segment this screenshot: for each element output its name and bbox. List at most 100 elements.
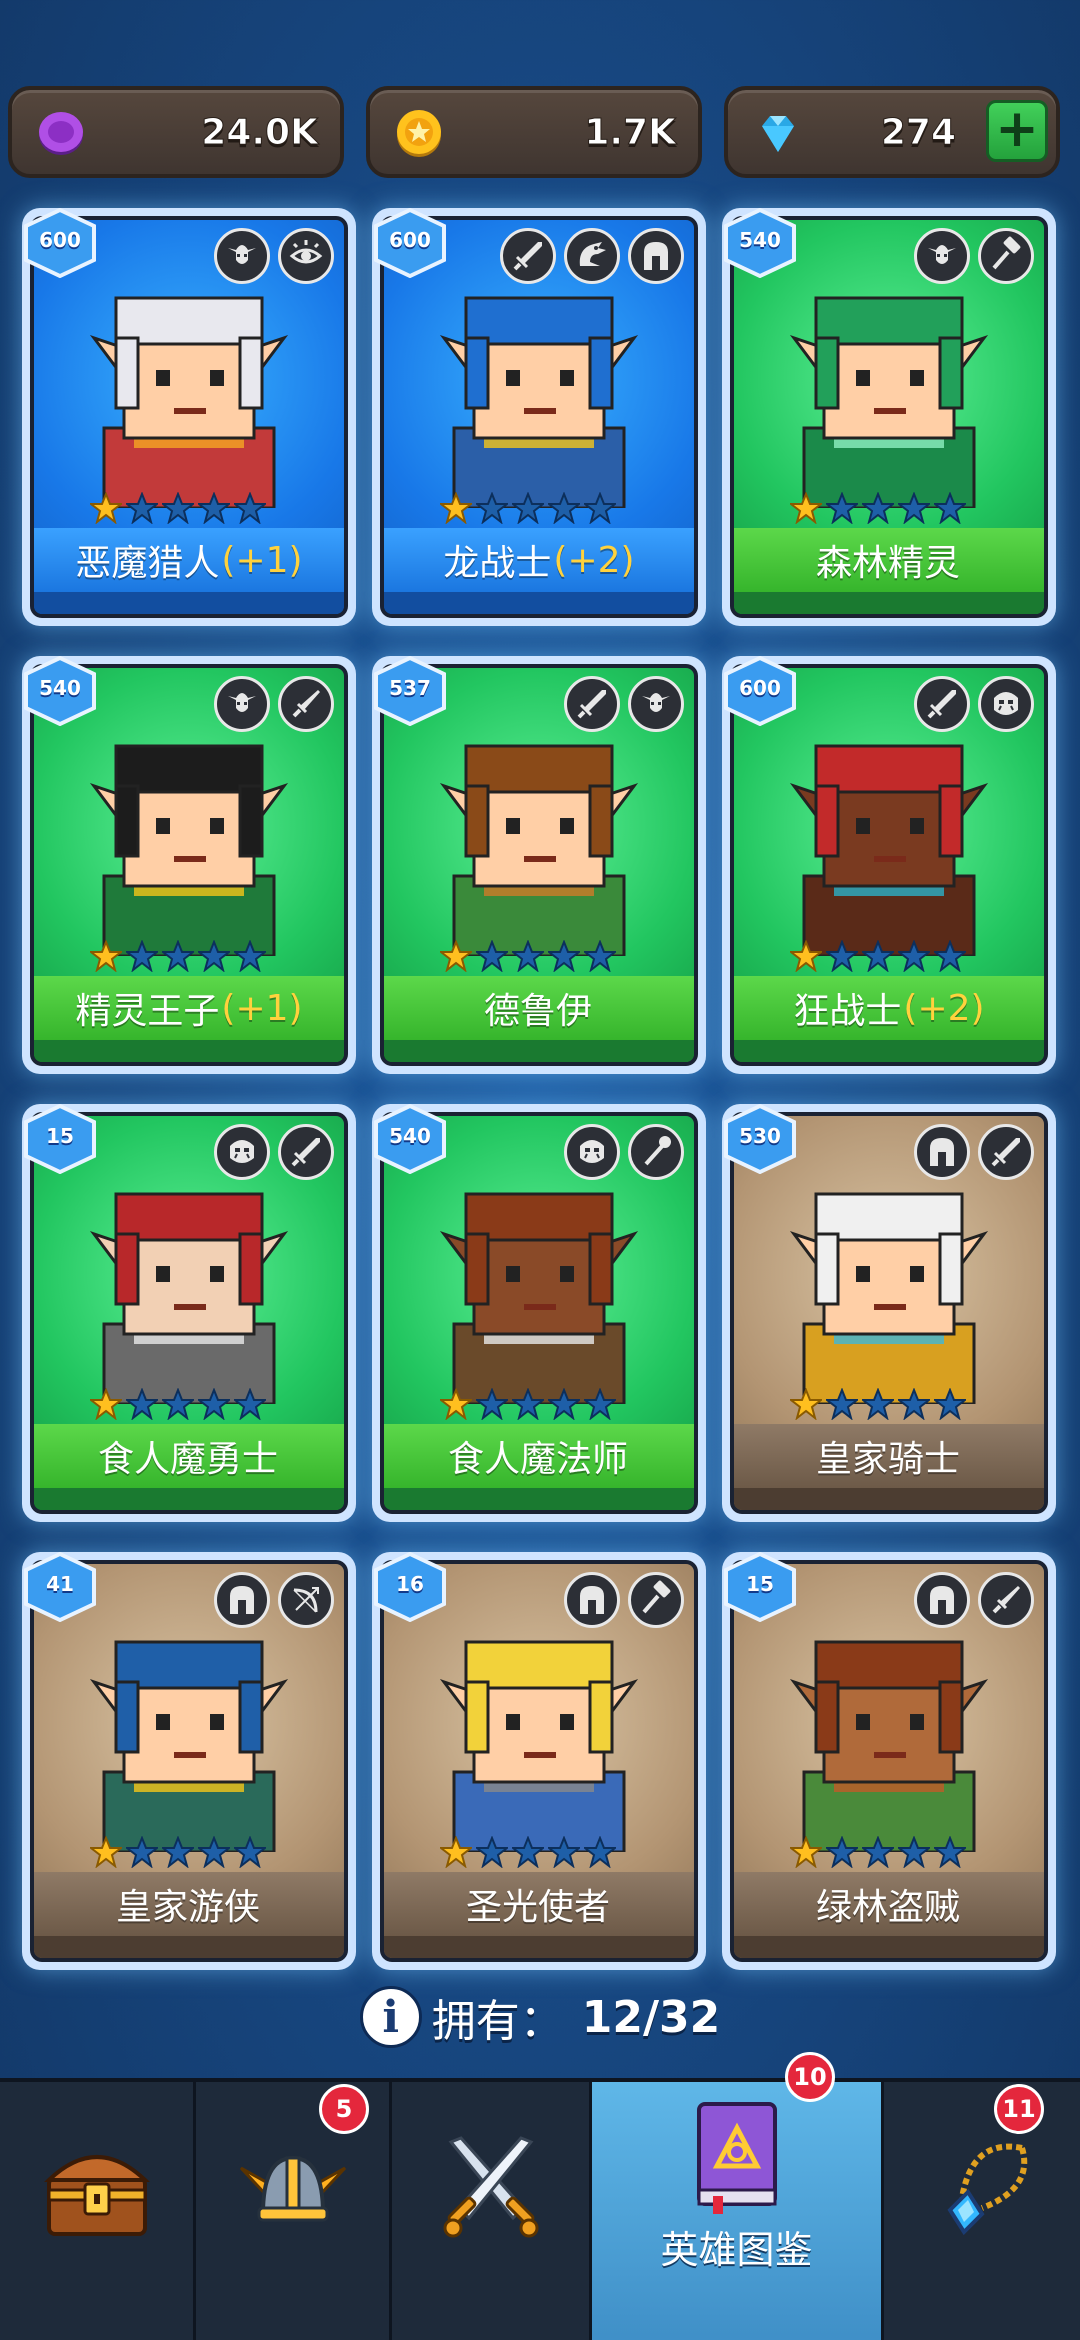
hero-card[interactable]: 森林精灵 540 [722, 208, 1056, 626]
hero-class-icons [914, 1572, 1034, 1628]
star-empty-icon [234, 492, 266, 524]
hero-card[interactable]: 恶魔猎人 (+1) 600 [22, 208, 356, 626]
star-filled-icon [790, 492, 822, 524]
hero-name-bar: 狂战士 (+2) [734, 976, 1044, 1040]
hero-level: 41 [46, 1572, 74, 1596]
hero-name-bar: 精灵王子 (+1) [34, 976, 344, 1040]
hero-class-icons [914, 676, 1034, 732]
book-icon [696, 2102, 777, 2214]
star-empty-icon [862, 1836, 894, 1868]
hero-class-icons [564, 1572, 684, 1628]
hero-stars [790, 492, 966, 524]
hero-stars [90, 1388, 266, 1420]
info-icon[interactable]: i [359, 1986, 422, 2048]
star-empty-icon [934, 1836, 966, 1868]
hero-card[interactable]: 德鲁伊 537 [372, 656, 706, 1074]
hero-portrait [789, 1192, 989, 1404]
gem-counter[interactable]: 274 + [724, 86, 1060, 178]
hero-level: 530 [739, 1124, 781, 1148]
nav-tab-heroes[interactable]: 5 [196, 2082, 392, 2340]
hero-level: 15 [746, 1572, 774, 1596]
star-empty-icon [862, 492, 894, 524]
hero-level: 540 [39, 676, 81, 700]
hero-portrait [439, 1640, 639, 1852]
nav-tab-chest[interactable] [0, 2082, 196, 2340]
hero-card[interactable]: 龙战士 (+2) 600 [372, 208, 706, 626]
hero-class-icons [214, 1124, 334, 1180]
winged-helmet-icon [239, 2155, 346, 2222]
currency-bar: 24.0K 1.7K 274 + [8, 86, 1072, 178]
sword-icon [564, 676, 620, 732]
star-empty-icon [476, 940, 508, 972]
hero-level: 600 [739, 676, 781, 700]
star-empty-icon [234, 1836, 266, 1868]
star-empty-icon [934, 940, 966, 972]
hammer-icon [978, 228, 1034, 284]
hero-card[interactable]: 狂战士 (+2) 600 [722, 656, 1056, 1074]
hero-level-badge: 540 [372, 1104, 448, 1174]
star-empty-icon [862, 1388, 894, 1420]
add-gems-button[interactable]: + [986, 100, 1048, 162]
dagger-icon [278, 676, 334, 732]
star-empty-icon [898, 1836, 930, 1868]
dragon-icon [564, 228, 620, 284]
hero-card[interactable]: 皇家游侠 41 [22, 1552, 356, 1970]
star-empty-icon [826, 1836, 858, 1868]
helmet-icon [214, 1572, 270, 1628]
hero-level: 540 [389, 1124, 431, 1148]
star-empty-icon [826, 940, 858, 972]
nav-tab-equipment[interactable]: 11 [884, 2082, 1080, 2340]
crossed-swords-icon [443, 2136, 538, 2238]
hero-stars [440, 1388, 616, 1420]
hero-name-bar: 恶魔猎人 (+1) [34, 528, 344, 592]
sword-icon [914, 676, 970, 732]
hero-class-icons [914, 1124, 1034, 1180]
star-empty-icon [584, 492, 616, 524]
star-empty-icon [198, 492, 230, 524]
hero-stars [440, 1836, 616, 1868]
hero-stars [90, 1836, 266, 1868]
hero-stars [90, 492, 266, 524]
hero-level-badge: 15 [22, 1104, 98, 1174]
hero-portrait [439, 296, 639, 508]
eye-icon [278, 228, 334, 284]
nav-tab-hero-codex[interactable]: 英雄图鉴 10 [592, 2052, 884, 2340]
gold-coin-counter[interactable]: 1.7K [366, 86, 702, 178]
hero-name: 恶魔猎人 [75, 543, 220, 584]
hero-card[interactable]: 皇家骑士 530 [722, 1104, 1056, 1522]
card-bottom-strip [384, 1040, 694, 1062]
star-empty-icon [862, 940, 894, 972]
hero-name: 圣光使者 [465, 1887, 610, 1928]
star-filled-icon [90, 940, 122, 972]
hero-stars [790, 1388, 966, 1420]
star-empty-icon [584, 1388, 616, 1420]
sword-icon [978, 1124, 1034, 1180]
hero-level-badge: 600 [22, 208, 98, 278]
hero-level: 537 [389, 676, 431, 700]
hero-duplicate-count: (+1) [221, 987, 303, 1029]
hero-card[interactable]: 绿林盗贼 15 [722, 1552, 1056, 1970]
hero-class-icons [914, 228, 1034, 284]
purple-coin-counter[interactable]: 24.0K [8, 86, 344, 178]
star-empty-icon [898, 1388, 930, 1420]
hero-card[interactable]: 精灵王子 (+1) 540 [22, 656, 356, 1074]
hero-name: 龙战士 [443, 543, 552, 584]
hero-class-icons [564, 676, 684, 732]
nav-tab-battle[interactable] [392, 2082, 592, 2340]
card-bottom-strip [384, 1488, 694, 1510]
hero-card[interactable]: 食人魔勇士 15 [22, 1104, 356, 1522]
hero-card[interactable]: 圣光使者 16 [372, 1552, 706, 1970]
hero-stars [790, 1836, 966, 1868]
hero-duplicate-count: (+2) [903, 987, 985, 1029]
elf-icon [914, 228, 970, 284]
orc-icon [978, 676, 1034, 732]
star-filled-icon [790, 1836, 822, 1868]
hero-card[interactable]: 食人魔法师 540 [372, 1104, 706, 1522]
owned-counter: i 拥有： 12/32 [0, 1982, 1080, 2052]
owned-value: 12/32 [581, 1991, 721, 2043]
hero-level-badge: 600 [372, 208, 448, 278]
star-filled-icon [790, 1388, 822, 1420]
hero-name-bar: 皇家骑士 [734, 1424, 1044, 1488]
card-bottom-strip [34, 1936, 344, 1958]
amulet-icon [947, 2143, 1028, 2236]
